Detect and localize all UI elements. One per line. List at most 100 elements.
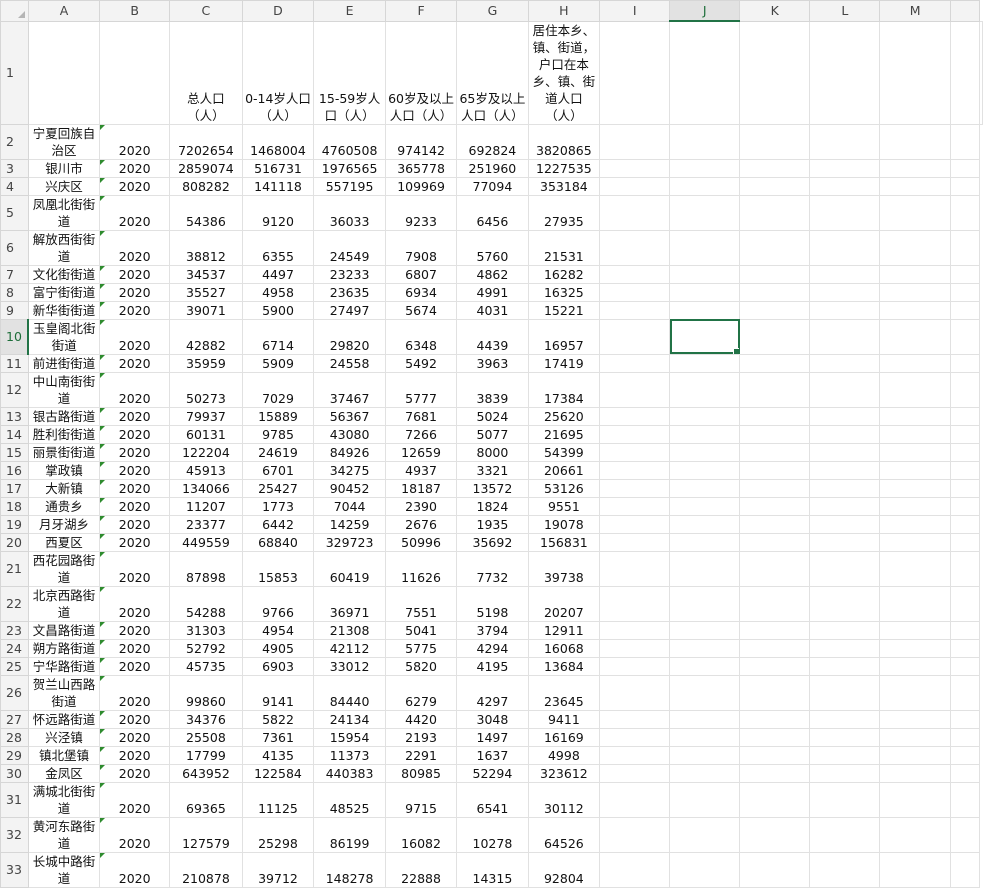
value-cell[interactable]: 4420 <box>384 709 458 729</box>
value-cell[interactable]: 11207 <box>169 496 243 516</box>
value-cell[interactable]: 109969 <box>384 176 458 196</box>
empty-cell[interactable] <box>669 424 741 444</box>
empty-cell[interactable] <box>949 478 981 498</box>
empty-cell[interactable] <box>879 781 951 818</box>
value-cell[interactable]: 16082 <box>384 816 458 853</box>
empty-cell[interactable] <box>879 585 951 622</box>
empty-cell[interactable] <box>809 123 881 160</box>
empty-cell[interactable] <box>739 585 811 622</box>
region-name-cell[interactable]: 解放西街街道 <box>27 229 101 266</box>
region-name-cell[interactable]: 银古路街道 <box>27 406 101 426</box>
value-cell[interactable]: 35527 <box>169 282 243 302</box>
empty-cell[interactable] <box>809 727 881 747</box>
value-cell[interactable]: 5492 <box>384 353 458 373</box>
empty-cell[interactable] <box>739 638 811 658</box>
value-cell[interactable]: 20207 <box>527 585 601 622</box>
value-cell[interactable]: 10278 <box>456 816 529 853</box>
row-header-3[interactable]: 3 <box>0 158 29 178</box>
empty-cell[interactable] <box>879 496 951 516</box>
value-cell[interactable]: 1637 <box>456 745 529 765</box>
column-header-f[interactable]: F <box>384 0 458 22</box>
empty-cell[interactable] <box>599 745 671 765</box>
value-cell[interactable]: 50996 <box>384 532 458 552</box>
value-cell[interactable]: 19078 <box>527 514 601 534</box>
region-name-cell[interactable]: 镇北堡镇 <box>27 745 101 765</box>
column-header-c[interactable]: C <box>169 0 243 22</box>
empty-cell[interactable] <box>739 745 811 765</box>
empty-cell[interactable] <box>949 123 981 160</box>
empty-cell[interactable] <box>599 123 671 160</box>
value-cell[interactable]: 4031 <box>456 300 529 320</box>
empty-cell[interactable] <box>949 851 981 888</box>
value-cell[interactable]: 365778 <box>384 158 458 178</box>
value-cell[interactable]: 6701 <box>241 460 315 480</box>
empty-cell[interactable] <box>949 264 981 284</box>
empty-cell[interactable] <box>669 371 741 408</box>
value-cell[interactable]: 4954 <box>241 620 315 640</box>
value-cell[interactable]: 13684 <box>527 656 601 676</box>
value-cell[interactable]: 11125 <box>241 781 315 818</box>
region-name-cell[interactable]: 玉皇阁北街街道 <box>27 318 101 355</box>
empty-cell[interactable] <box>599 851 671 888</box>
value-cell[interactable]: 84440 <box>313 674 386 711</box>
value-cell[interactable]: 7361 <box>241 727 315 747</box>
row-header-33[interactable]: 33 <box>0 851 29 888</box>
empty-cell[interactable] <box>599 656 671 676</box>
value-cell[interactable]: 353184 <box>527 176 601 196</box>
value-cell[interactable]: 60419 <box>313 550 386 587</box>
empty-cell[interactable] <box>739 763 811 783</box>
value-cell[interactable]: 11626 <box>384 550 458 587</box>
empty-cell[interactable] <box>669 674 741 711</box>
value-cell[interactable]: 1824 <box>456 496 529 516</box>
empty-cell[interactable] <box>599 638 671 658</box>
empty-cell[interactable] <box>599 763 671 783</box>
value-cell[interactable]: 29820 <box>313 318 386 355</box>
empty-cell[interactable] <box>599 781 671 818</box>
empty-cell[interactable] <box>669 514 741 534</box>
year-cell[interactable]: 2020 <box>99 460 171 480</box>
empty-cell[interactable] <box>949 442 981 462</box>
empty-cell[interactable] <box>599 727 671 747</box>
value-cell[interactable]: 77094 <box>456 176 529 196</box>
column-title-cell[interactable]: 0-14岁人口（人） <box>241 20 315 125</box>
row-header-17[interactable]: 17 <box>0 478 29 498</box>
value-cell[interactable]: 7908 <box>384 229 458 266</box>
column-title-cell[interactable] <box>27 20 101 125</box>
empty-cell[interactable] <box>669 158 741 178</box>
year-cell[interactable]: 2020 <box>99 851 171 888</box>
empty-cell[interactable] <box>949 550 981 587</box>
column-header-i[interactable]: I <box>599 0 671 22</box>
column-title-cell[interactable]: 15-59岁人口（人） <box>313 20 386 125</box>
value-cell[interactable]: 23377 <box>169 514 243 534</box>
empty-cell[interactable] <box>669 656 741 676</box>
year-cell[interactable]: 2020 <box>99 318 171 355</box>
value-cell[interactable]: 4991 <box>456 282 529 302</box>
value-cell[interactable]: 24134 <box>313 709 386 729</box>
empty-cell[interactable] <box>739 123 811 160</box>
empty-cell[interactable] <box>879 20 951 125</box>
value-cell[interactable]: 80985 <box>384 763 458 783</box>
empty-cell[interactable] <box>879 300 951 320</box>
empty-cell[interactable] <box>669 816 741 853</box>
empty-cell[interactable] <box>949 656 981 676</box>
value-cell[interactable]: 5077 <box>456 424 529 444</box>
empty-cell[interactable] <box>669 745 741 765</box>
year-cell[interactable]: 2020 <box>99 300 171 320</box>
region-name-cell[interactable]: 新华街街道 <box>27 300 101 320</box>
empty-cell[interactable] <box>669 406 741 426</box>
region-name-cell[interactable]: 兴庆区 <box>27 176 101 196</box>
region-name-cell[interactable]: 金凤区 <box>27 763 101 783</box>
value-cell[interactable]: 64526 <box>527 816 601 853</box>
value-cell[interactable]: 2676 <box>384 514 458 534</box>
empty-cell[interactable] <box>669 781 741 818</box>
empty-cell[interactable] <box>949 318 981 355</box>
value-cell[interactable]: 6355 <box>241 229 315 266</box>
value-cell[interactable]: 9411 <box>527 709 601 729</box>
empty-cell[interactable] <box>809 656 881 676</box>
empty-cell[interactable] <box>809 532 881 552</box>
empty-cell[interactable] <box>599 709 671 729</box>
empty-cell[interactable] <box>599 176 671 196</box>
value-cell[interactable]: 1227535 <box>527 158 601 178</box>
empty-cell[interactable] <box>599 424 671 444</box>
row-header-18[interactable]: 18 <box>0 496 29 516</box>
